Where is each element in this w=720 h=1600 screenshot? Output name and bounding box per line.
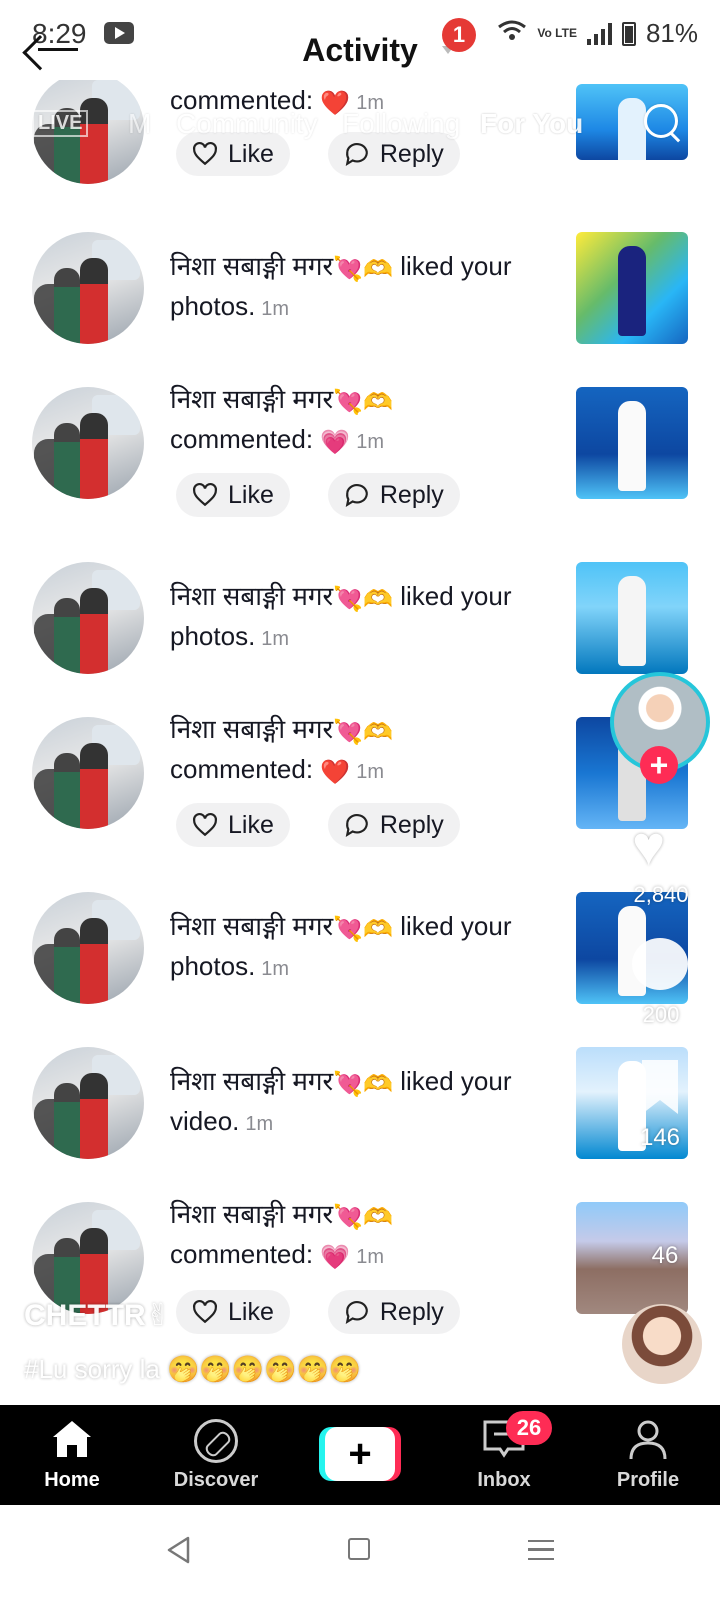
heart-icon bbox=[193, 1299, 217, 1324]
nav-discover[interactable]: Discover bbox=[144, 1405, 288, 1505]
music-disc[interactable] bbox=[622, 1304, 702, 1384]
system-back-icon[interactable] bbox=[166, 1536, 192, 1564]
follow-plus-button[interactable]: + bbox=[640, 746, 678, 784]
shares-count: 46 bbox=[651, 1242, 679, 1269]
caption-text: #Lu sorry la 🤭🤭🤭🤭🤭🤭 bbox=[24, 1354, 362, 1384]
compass-icon bbox=[194, 1419, 238, 1463]
reply-button[interactable]: Reply bbox=[327, 1290, 460, 1334]
activity-text: निशा सबाङ्गी मगर💘🫶 commented: 💗 1m bbox=[170, 1199, 393, 1271]
caption-username[interactable]: CHETTR✌ bbox=[24, 1298, 171, 1333]
nav-home[interactable]: Home bbox=[0, 1405, 144, 1505]
bookmarks-count: 146 bbox=[639, 1124, 681, 1151]
plus-icon: + bbox=[325, 1427, 395, 1481]
profile-icon bbox=[629, 1420, 667, 1460]
post-thumbnail[interactable] bbox=[576, 387, 688, 499]
nav-profile-label: Profile bbox=[616, 1469, 680, 1491]
activity-text: commented: ❤️ 1m bbox=[170, 85, 384, 117]
activity-text: निशा सबाङ्गी मगर💘🫶 commented: ❤️ 1m bbox=[170, 714, 393, 786]
avatar[interactable] bbox=[32, 562, 144, 674]
comments-count: 200 bbox=[642, 1002, 680, 1027]
nav-profile[interactable]: Profile bbox=[576, 1405, 720, 1505]
post-thumbnail[interactable] bbox=[576, 84, 688, 160]
like-button[interactable]: Like bbox=[176, 803, 290, 847]
system-home-icon[interactable] bbox=[348, 1538, 370, 1560]
notification-badge: 1 bbox=[442, 18, 476, 52]
like-button[interactable]: Like bbox=[176, 132, 290, 176]
avatar[interactable] bbox=[32, 892, 144, 1004]
activity-text: निशा सबाङ्गी मगर💘🫶 liked your photos. 1m bbox=[170, 581, 512, 651]
heart-icon bbox=[193, 812, 217, 837]
likes-count: 2,840 bbox=[633, 882, 689, 907]
avatar[interactable] bbox=[32, 717, 144, 829]
activity-text: निशा सबाङ्गी मगर💘🫶 liked your video. 1m bbox=[170, 1066, 512, 1136]
reply-button[interactable]: Reply bbox=[327, 132, 460, 176]
like-button[interactable]: Like bbox=[176, 473, 290, 517]
heart-icon bbox=[193, 141, 217, 166]
post-thumbnail[interactable] bbox=[576, 232, 688, 344]
nav-inbox[interactable]: 26 Inbox bbox=[432, 1405, 576, 1505]
nav-inbox-label: Inbox bbox=[477, 1469, 531, 1491]
avatar[interactable] bbox=[32, 387, 144, 499]
comment-icon bbox=[345, 813, 368, 837]
activity-text: निशा सबाङ्गी मगर💘🫶 commented: 💗 1m bbox=[170, 384, 393, 456]
nav-home-label: Home bbox=[44, 1469, 100, 1491]
system-recents-icon[interactable] bbox=[528, 1540, 554, 1560]
comment-icon[interactable] bbox=[632, 938, 688, 990]
activity-text: निशा सबाङ्गी मगर💘🫶 liked your photos. 1m bbox=[170, 251, 512, 321]
bottom-nav: Home Discover + 26 Inbox Profile bbox=[0, 1405, 720, 1505]
post-thumbnail[interactable] bbox=[576, 562, 688, 674]
heart-icon bbox=[193, 482, 217, 507]
nav-create[interactable]: + bbox=[288, 1405, 432, 1505]
avatar[interactable] bbox=[32, 80, 144, 184]
reply-button[interactable]: Reply bbox=[327, 473, 460, 517]
comment-icon bbox=[345, 142, 368, 166]
comment-icon bbox=[345, 1300, 368, 1324]
create-button[interactable]: + bbox=[319, 1427, 401, 1481]
heart-icon[interactable]: ♥ bbox=[632, 818, 665, 874]
reply-button[interactable]: Reply bbox=[327, 803, 460, 847]
app-screen: 8:29 Vo LTE 81% Activity 1 commented: ❤️… bbox=[0, 0, 720, 1600]
inbox-badge: 26 bbox=[506, 1411, 552, 1445]
activity-list: commented: ❤️ 1m Like Reply निशा सबाङ्गी … bbox=[0, 80, 720, 1405]
activity-text: निशा सबाङ्गी मगर💘🫶 liked your photos. 1m bbox=[170, 911, 512, 981]
page-title[interactable]: Activity bbox=[0, 32, 720, 69]
avatar[interactable] bbox=[32, 1047, 144, 1159]
comment-icon bbox=[345, 483, 368, 507]
like-button[interactable]: Like bbox=[176, 1290, 290, 1334]
home-icon bbox=[53, 1421, 91, 1457]
nav-discover-label: Discover bbox=[173, 1469, 259, 1491]
avatar[interactable] bbox=[32, 232, 144, 344]
